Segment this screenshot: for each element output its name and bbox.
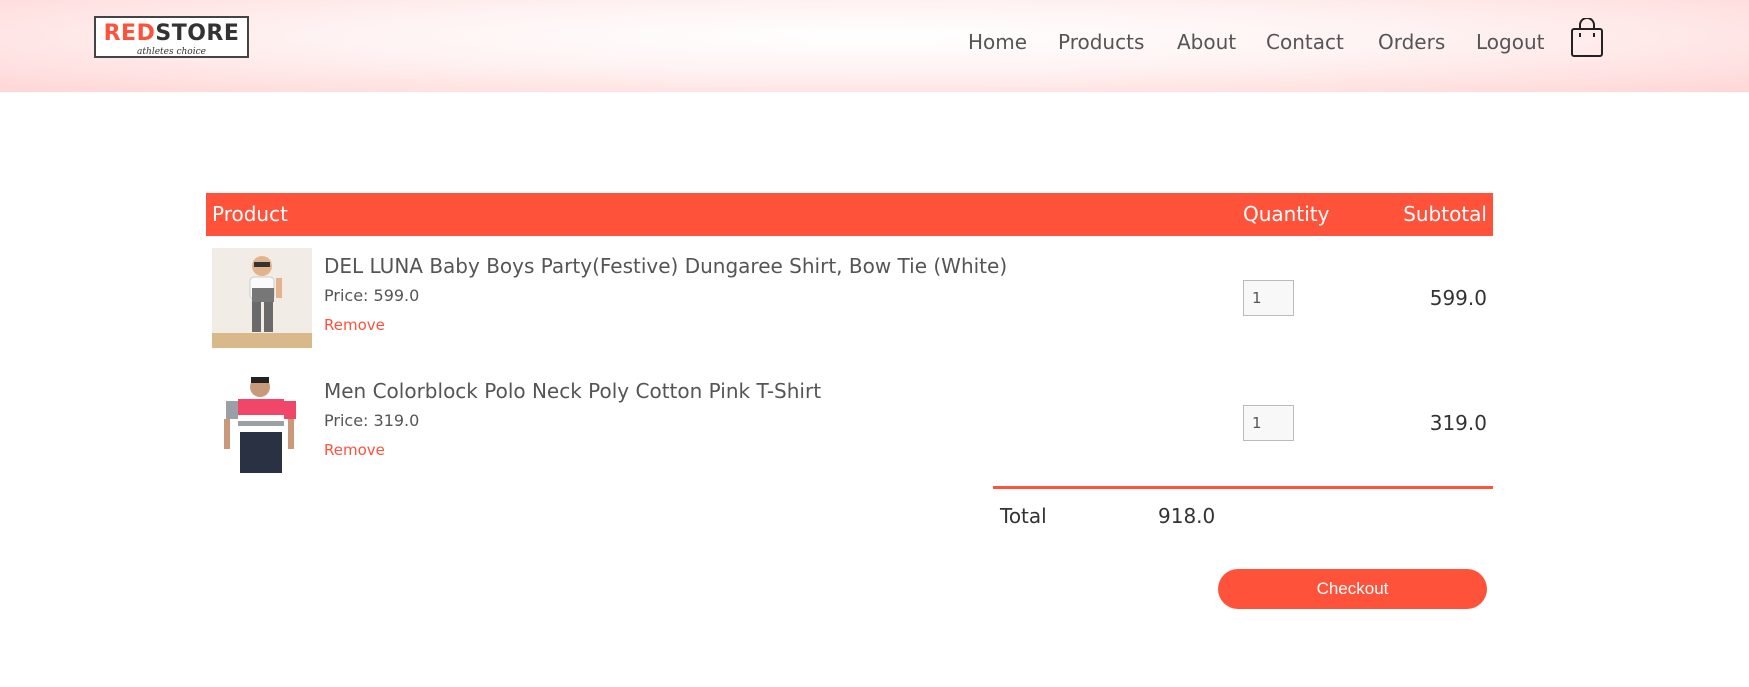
logo-tagline: athletes choice <box>137 47 206 57</box>
quantity-input[interactable] <box>1243 405 1294 441</box>
row-subtotal: 599.0 <box>1429 286 1487 310</box>
nav-logout[interactable]: Logout <box>1476 28 1544 56</box>
logo-text-dark: STORE <box>155 21 240 46</box>
site-header: REDSTORE athletes choice Home Products A… <box>0 0 1749 92</box>
nav-about[interactable]: About <box>1177 28 1236 56</box>
remove-link[interactable]: Remove <box>324 440 385 460</box>
product-name[interactable]: Men Colorblock Polo Neck Poly Cotton Pin… <box>324 378 821 404</box>
main-nav: Home Products About Contact Orders Logou… <box>968 28 1749 58</box>
row-subtotal: 319.0 <box>1429 411 1487 435</box>
header-quantity: Quantity <box>1243 202 1330 226</box>
total-label: Total <box>1000 504 1047 528</box>
total-value: 918.0 <box>1158 504 1216 528</box>
checkout-button[interactable]: Checkout <box>1218 569 1487 609</box>
nav-contact[interactable]: Contact <box>1266 28 1344 56</box>
product-image <box>212 248 312 348</box>
logo-text-red: RED <box>103 21 156 46</box>
nav-products[interactable]: Products <box>1058 28 1144 56</box>
header-product: Product <box>212 202 288 226</box>
product-name[interactable]: DEL LUNA Baby Boys Party(Festive) Dungar… <box>324 253 1007 279</box>
shopping-bag-icon[interactable] <box>1570 17 1604 58</box>
total-divider <box>993 486 1493 489</box>
nav-home[interactable]: Home <box>968 28 1027 56</box>
nav-orders[interactable]: Orders <box>1378 28 1445 56</box>
redstore-logo[interactable]: REDSTORE athletes choice <box>94 16 249 58</box>
remove-link[interactable]: Remove <box>324 315 385 335</box>
cart-table-header: Product Quantity Subtotal <box>206 193 1493 236</box>
cart-row: Men Colorblock Polo Neck Poly Cotton Pin… <box>206 373 1493 483</box>
product-price: Price: 319.0 <box>324 411 420 430</box>
product-price: Price: 599.0 <box>324 286 420 305</box>
header-subtotal: Subtotal <box>1403 202 1487 226</box>
cart-row: DEL LUNA Baby Boys Party(Festive) Dungar… <box>206 248 1493 358</box>
quantity-input[interactable] <box>1243 280 1294 316</box>
product-image <box>212 373 312 473</box>
